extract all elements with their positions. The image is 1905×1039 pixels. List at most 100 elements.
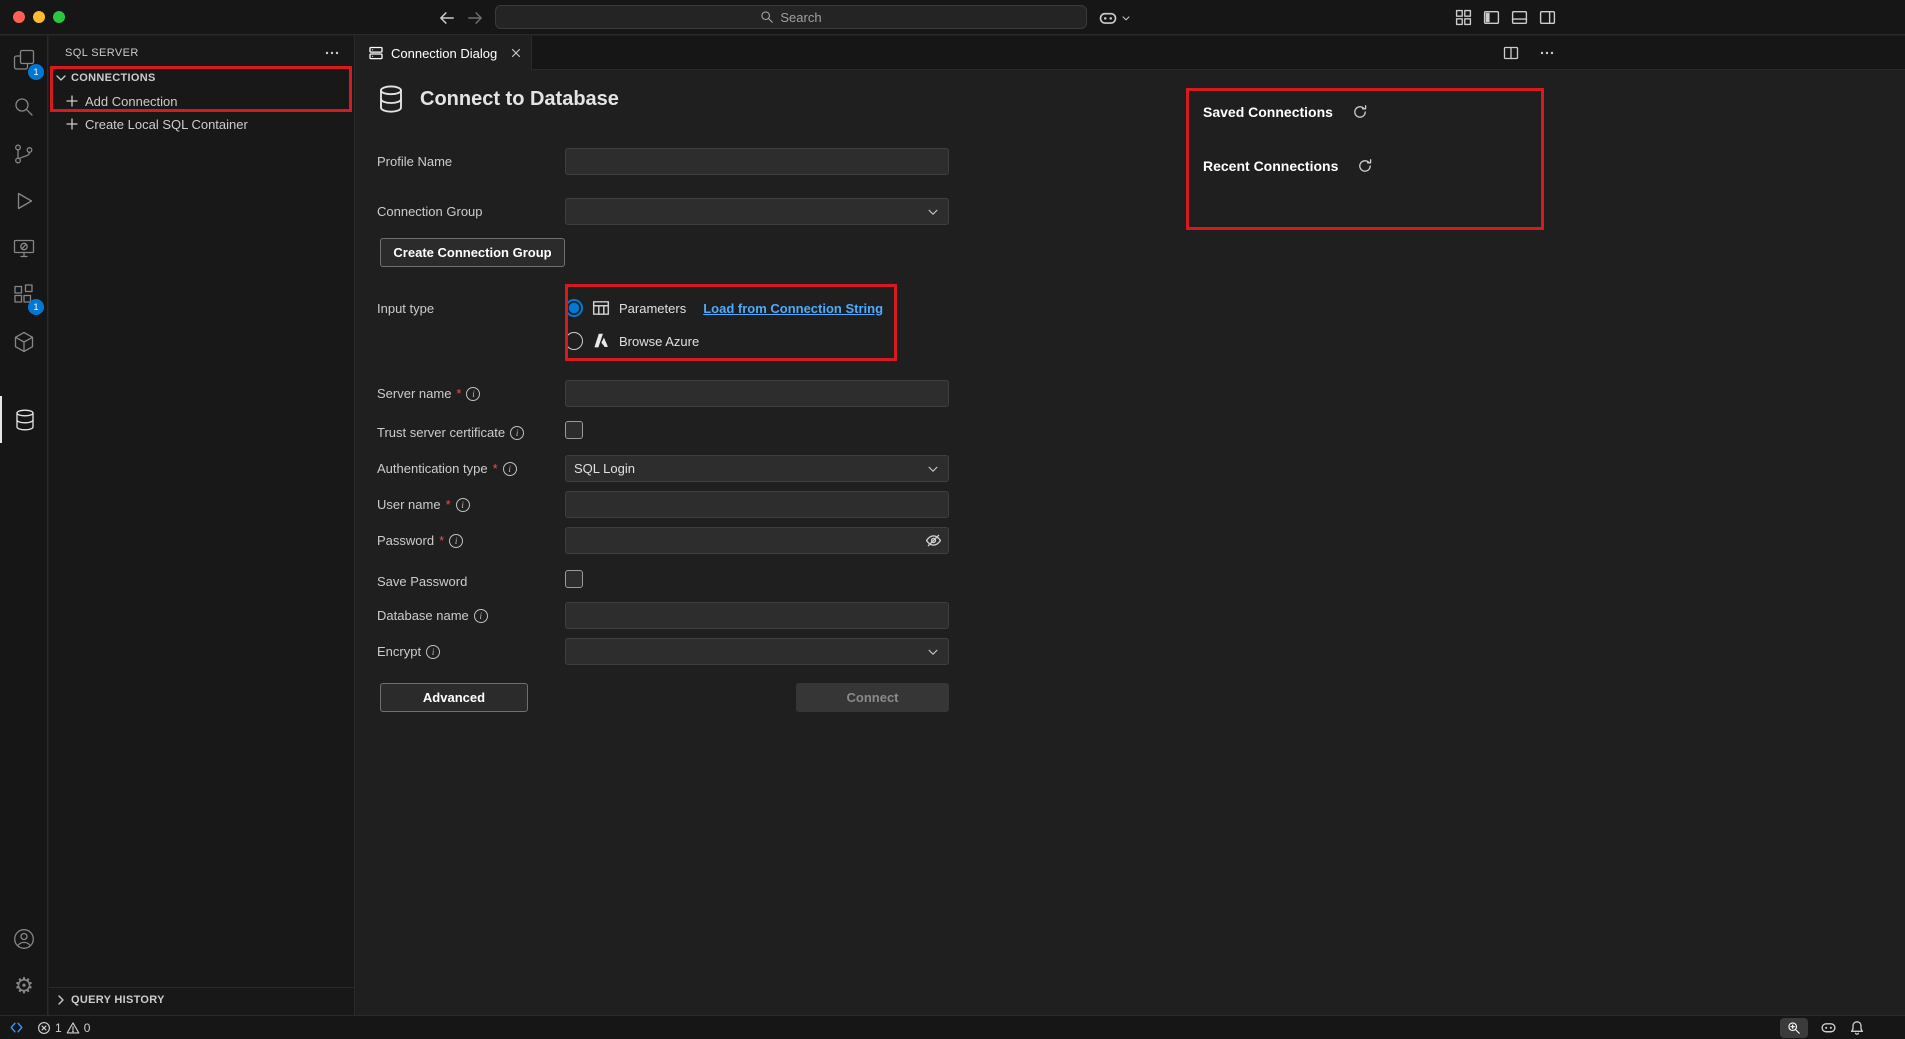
database-icon [375,83,407,115]
user-name-label: User name [377,497,441,512]
warning-icon [66,1021,80,1035]
browse-azure-radio[interactable] [565,332,583,350]
input-type-label: Input type [377,301,434,316]
connection-group-dropdown[interactable] [565,198,949,225]
parameters-radio[interactable] [565,299,583,317]
warning-count: 0 [84,1021,91,1035]
info-icon[interactable] [456,498,470,512]
activity-explorer[interactable]: 1 [0,36,48,83]
save-password-label: Save Password [377,574,467,589]
activity-source-control[interactable] [0,130,48,177]
copilot-menu-button[interactable] [1098,8,1132,28]
copilot-status-icon[interactable] [1820,1019,1837,1036]
plus-icon [64,93,80,109]
info-icon[interactable] [503,462,517,476]
activity-search[interactable] [0,83,48,130]
activity-extensions[interactable]: 1 [0,271,48,318]
server-name-label: Server name [377,386,451,401]
window-controls [13,11,65,23]
activity-remote-explorer[interactable] [0,224,48,271]
navigate-back-icon[interactable] [438,9,456,27]
info-icon[interactable] [510,426,524,440]
activity-run-debug[interactable] [0,177,48,224]
source-control-icon [12,142,36,166]
encrypt-dropdown[interactable] [565,638,949,665]
activity-settings[interactable]: ⚙ [0,962,48,1009]
zoom-in-icon [1787,1021,1801,1035]
close-window-button[interactable] [13,11,25,23]
remote-indicator[interactable] [8,1019,25,1036]
parameters-table-icon [592,299,610,317]
info-icon[interactable] [449,534,463,548]
user-name-input[interactable] [565,491,949,518]
recent-connections-title: Recent Connections [1203,158,1338,174]
auth-type-value: SQL Login [574,461,926,476]
activity-containers[interactable] [0,318,48,365]
sidebar-sql-server: SQL SERVER CONNECTIONS Add Connection Cr… [49,36,355,1015]
run-debug-icon [12,189,36,213]
auth-type-label: Authentication type [377,461,488,476]
password-input[interactable] [565,527,949,554]
profile-name-input[interactable] [565,148,949,175]
activity-bar: 1 1 ⚙ [0,36,48,1015]
create-local-sql-container-item[interactable]: Create Local SQL Container [49,113,354,135]
advanced-button[interactable]: Advanced [380,683,528,712]
connections-section-header[interactable]: CONNECTIONS [49,67,354,89]
activity-accounts[interactable] [0,915,48,962]
add-connection-item[interactable]: Add Connection [49,90,354,112]
parameters-option-label: Parameters [619,301,686,316]
search-icon [12,95,36,119]
database-icon [13,408,37,432]
trust-cert-label: Trust server certificate [377,425,505,440]
search-placeholder: Search [780,10,821,25]
refresh-icon[interactable] [1357,158,1373,174]
close-tab-icon[interactable] [509,46,523,60]
copilot-icon [1098,8,1118,28]
minimize-window-button[interactable] [33,11,45,23]
account-icon [12,927,36,951]
activity-sql-server[interactable] [0,396,48,443]
auth-type-dropdown[interactable]: SQL Login [565,455,949,482]
recent-connections-header: Recent Connections [1203,158,1373,174]
editor-more-actions-icon[interactable] [1539,45,1555,61]
trust-cert-checkbox[interactable] [565,421,583,439]
extensions-badge: 1 [28,299,44,315]
info-icon[interactable] [426,645,440,659]
more-actions-icon[interactable] [324,45,340,61]
split-editor-icon[interactable] [1503,45,1519,61]
notifications-bell-icon[interactable] [1849,1020,1865,1036]
navigate-forward-icon[interactable] [466,9,484,27]
server-name-input[interactable] [565,380,949,407]
save-password-checkbox[interactable] [565,570,583,588]
chevron-down-icon [1120,12,1132,24]
info-icon[interactable] [474,609,488,623]
profile-name-label: Profile Name [377,154,452,169]
zoom-status-item[interactable] [1780,1018,1808,1038]
tab-connection-dialog[interactable]: Connection Dialog [356,36,532,70]
sidebar-title: SQL SERVER [65,47,324,59]
info-icon[interactable] [466,387,480,401]
create-connection-group-button[interactable]: Create Connection Group [380,238,565,267]
toggle-primary-sidebar-icon[interactable] [1483,9,1500,26]
maximize-window-button[interactable] [53,11,65,23]
refresh-icon[interactable] [1352,104,1368,120]
status-bar: 1 0 [0,1015,1905,1039]
chevron-right-icon [53,992,69,1008]
problems-status-item[interactable]: 1 0 [37,1021,90,1035]
azure-icon [592,332,610,350]
query-history-section-header[interactable]: QUERY HISTORY [49,987,354,1009]
connect-button[interactable]: Connect [796,683,949,712]
customize-layout-icon[interactable] [1455,9,1472,26]
connections-section-label: CONNECTIONS [71,72,156,84]
toggle-panel-icon[interactable] [1511,9,1528,26]
database-name-input[interactable] [565,602,949,629]
connection-group-label: Connection Group [377,204,483,219]
tab-bar: Connection Dialog [356,36,1905,70]
package-icon [12,330,36,354]
load-connection-string-link[interactable]: Load from Connection String [703,301,883,316]
encrypt-label: Encrypt [377,644,421,659]
command-center-search[interactable]: Search [495,5,1087,29]
dialog-title: Connect to Database [420,88,619,111]
toggle-password-visibility-icon[interactable] [925,532,942,549]
toggle-secondary-sidebar-icon[interactable] [1539,9,1556,26]
